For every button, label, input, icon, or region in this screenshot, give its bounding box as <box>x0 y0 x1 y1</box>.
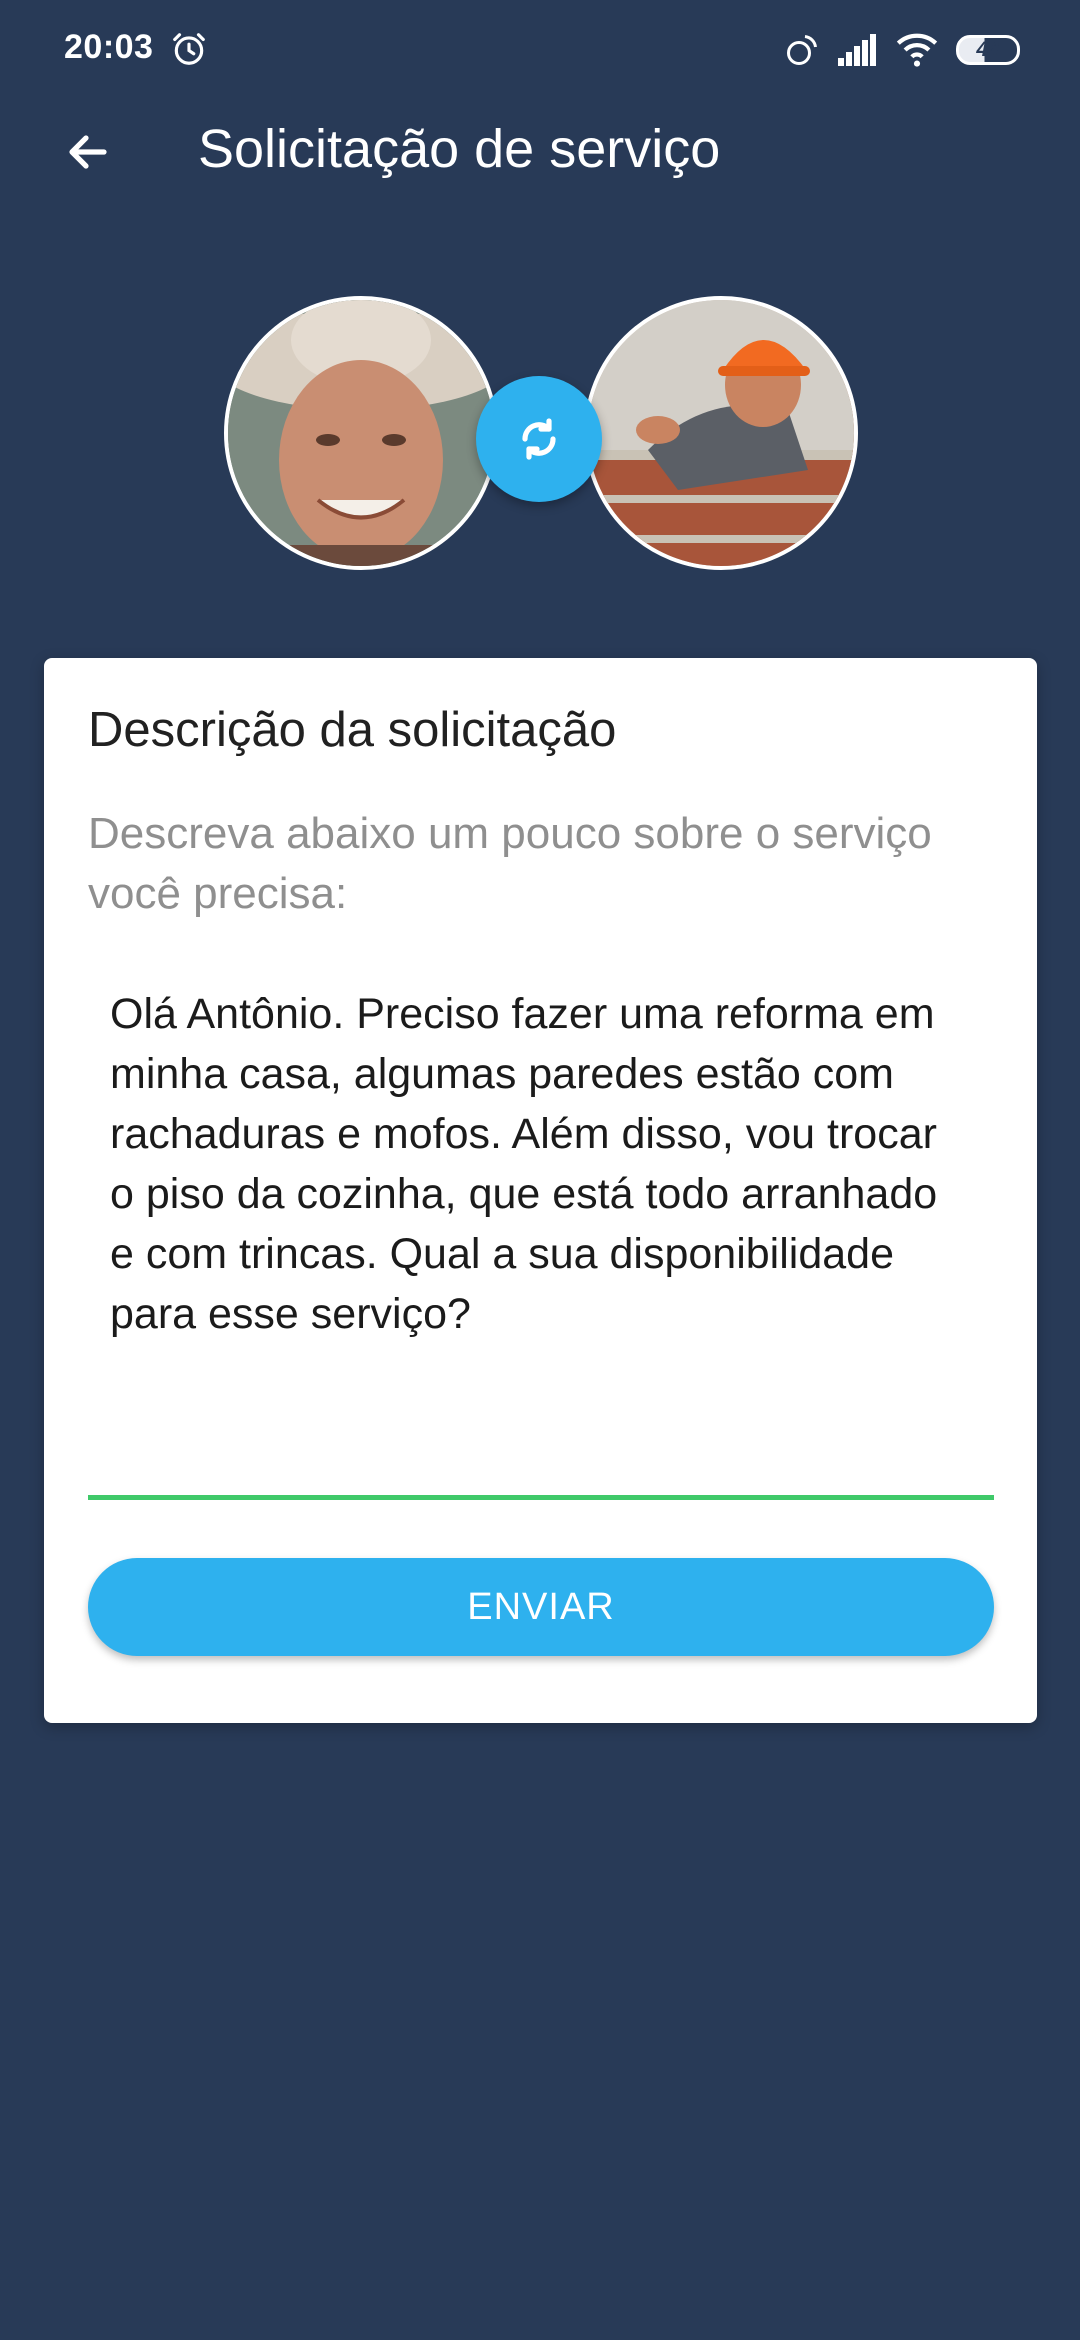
worker-avatar <box>584 296 858 570</box>
back-button[interactable] <box>56 124 120 180</box>
arrow-back-icon[interactable] <box>62 128 114 176</box>
client-avatar <box>224 296 498 570</box>
card-subtitle: Descreva abaixo um pouco sobre o serviço… <box>88 809 932 918</box>
app-bar: Solicitação de serviço <box>0 100 1080 204</box>
battery-icon: 44 <box>956 35 1020 65</box>
send-button[interactable]: ENVIAR <box>88 1558 994 1656</box>
status-time: 20:03 <box>64 28 154 66</box>
page-title: Solicitação de serviço <box>198 119 721 179</box>
wifi-icon <box>896 33 938 67</box>
worker-avatar-photo <box>588 300 854 566</box>
client-avatar-photo <box>228 300 494 566</box>
card-title: Descrição da solicitação <box>88 703 617 757</box>
description-input[interactable]: Olá Antônio. Preciso fazer uma reforma e… <box>110 984 970 1344</box>
signal-icon <box>838 34 876 66</box>
rotation-lock-icon <box>787 35 817 65</box>
send-button-label: ENVIAR <box>467 1585 615 1628</box>
sync-icon[interactable] <box>515 415 563 463</box>
request-card: Descrição da solicitação Descreva abaixo… <box>44 658 1037 1723</box>
swap-button[interactable] <box>476 376 602 502</box>
field-underline <box>88 1495 994 1500</box>
battery-level: 44 <box>976 38 1000 61</box>
description-field[interactable]: Olá Antônio. Preciso fazer uma reforma e… <box>88 984 994 1500</box>
status-icons: 44 <box>784 28 1020 72</box>
status-bar: 20:03 44 <box>0 0 1080 100</box>
alarm-icon <box>173 33 205 65</box>
